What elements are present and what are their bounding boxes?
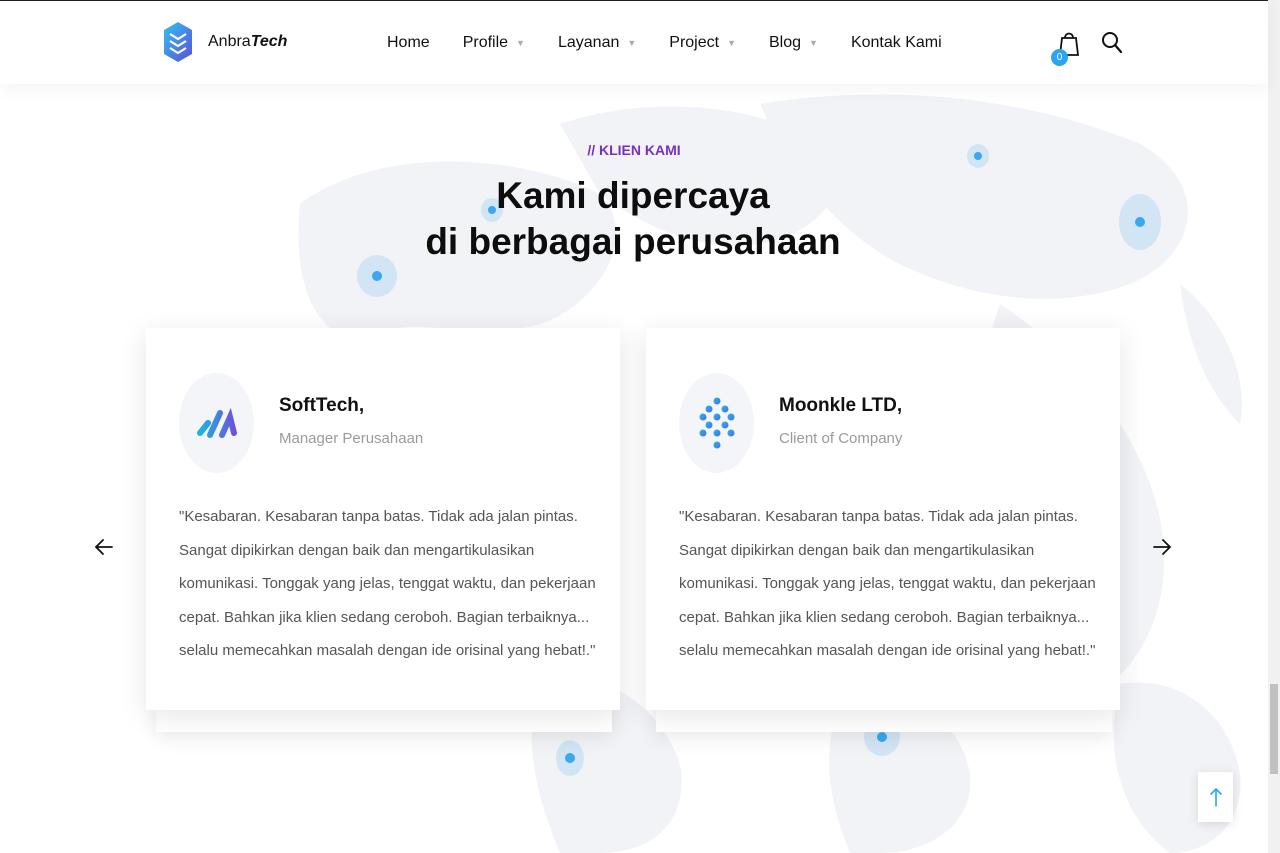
search-icon <box>1102 32 1123 54</box>
testimonial-card: Moonkle LTD, Client of Company "Kesabara… <box>646 328 1120 710</box>
nav-layanan[interactable]: Layanan ▼ <box>558 34 636 52</box>
caret-down-icon: ▼ <box>727 38 736 48</box>
nav-profile[interactable]: Profile ▼ <box>463 34 525 52</box>
testimonial-card: SoftTech, Manager Perusahaan "Kesabaran.… <box>146 328 620 710</box>
softtech-logo-icon <box>196 407 237 438</box>
nav-blog[interactable]: Blog ▼ <box>769 34 818 52</box>
arrow-up-icon <box>1209 787 1222 807</box>
arrow-left-icon <box>94 539 113 555</box>
cart-count-badge: 0 <box>1051 49 1068 66</box>
client-role: Client of Company <box>779 430 903 447</box>
section-heading: Kami dipercaya di berbagai perusahaan <box>425 175 841 262</box>
company-name: SoftTech, <box>279 395 365 416</box>
logo-text: AnbraTech <box>208 33 288 50</box>
back-to-top-button[interactable] <box>1198 772 1233 822</box>
testimonial-quote: "Kesabaran. Kesabaran tanpa batas. Tidak… <box>179 508 596 659</box>
site-logo[interactable]: AnbraTech <box>162 20 287 64</box>
main-navigation: Home Profile ▼ Layanan ▼ Project ▼ Blog ▼ Ko… <box>387 34 975 52</box>
caret-down-icon: ▼ <box>627 38 637 48</box>
search-button[interactable] <box>1101 31 1123 55</box>
map-location-dot <box>556 740 584 776</box>
nav-project[interactable]: Project ▼ <box>669 34 736 52</box>
scrollbar-thumb[interactable] <box>1270 684 1278 774</box>
logo-icon <box>164 22 192 62</box>
cart-button[interactable]: 0 <box>1051 29 1081 69</box>
carousel-prev-button[interactable] <box>93 536 115 558</box>
carousel-next-button[interactable] <box>1151 536 1173 558</box>
testimonial-quote: "Kesabaran. Kesabaran tanpa batas. Tidak… <box>679 508 1096 659</box>
caret-down-icon: ▼ <box>516 38 525 48</box>
company-logo <box>179 373 254 473</box>
company-name: Moonkle LTD, <box>779 395 903 416</box>
section-eyebrow: // KLIEN KAMI <box>587 142 681 158</box>
client-role: Manager Perusahaan <box>279 430 424 447</box>
site-header: AnbraTech Home Profile ▼ Layanan ▼ Project… <box>0 1 1268 84</box>
page-scrollbar[interactable] <box>1268 0 1280 853</box>
moonkle-logo-icon <box>699 397 734 449</box>
company-logo <box>679 373 754 473</box>
caret-down-icon: ▼ <box>809 38 818 48</box>
arrow-right-icon <box>1153 539 1172 555</box>
nav-kontak-kami[interactable]: Kontak Kami <box>851 34 942 52</box>
nav-home[interactable]: Home <box>387 34 430 52</box>
